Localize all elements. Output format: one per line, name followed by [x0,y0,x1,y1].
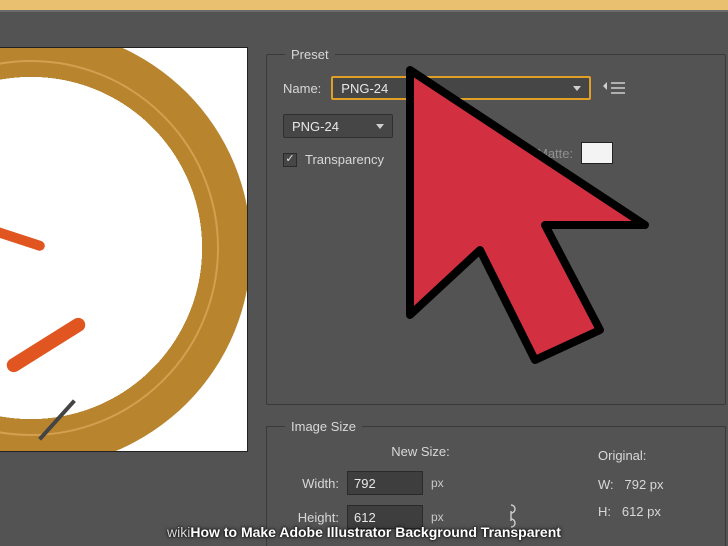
original-width-label: W: [598,477,614,492]
watermark-rest: to Make Adobe Illustrator Background Tra… [220,524,561,540]
artwork-preview [0,47,248,452]
original-height-label: H: [598,504,611,519]
preset-name-label: Name: [283,81,321,96]
original-height-row: H: 612 px [598,504,709,519]
preset-options-button[interactable] [601,77,627,99]
image-size-legend: Image Size [285,419,362,434]
original-width-row: W: 792 px [598,477,709,492]
transparency-checkbox[interactable]: ✓ [283,153,297,167]
original-label: Original: [598,448,709,463]
preset-group: Preset Name: PNG-24 [266,47,726,405]
watermark-wiki: wiki [167,524,190,540]
matte-row: Matte: [537,142,613,164]
format-dropdown[interactable]: PNG-24 [283,114,393,138]
height-unit: px [431,510,444,524]
new-size-label: New Size: [283,444,558,459]
format-row: PNG-24 [283,114,709,138]
width-row: Width: px [283,471,558,495]
watermark: wikiHow to Make Adobe Illustrator Backgr… [0,524,728,540]
dialog-window: Preset Name: PNG-24 [0,10,728,546]
width-unit: px [431,476,444,490]
chevron-down-icon [573,86,581,91]
original-height-value: 612 px [622,504,661,519]
format-value: PNG-24 [292,119,339,134]
preset-options-icon [603,80,625,96]
settings-panel: Preset Name: PNG-24 [266,47,726,546]
transparency-row: ✓ Transparency [283,152,709,167]
chevron-down-icon [376,124,384,129]
original-width-value: 792 px [625,477,664,492]
watermark-how: How [190,524,220,540]
width-label: Width: [283,476,339,491]
width-input[interactable] [347,471,423,495]
preset-name-dropdown[interactable]: PNG-24 [331,76,591,100]
transparency-label: Transparency [305,152,384,167]
preset-name-value: PNG-24 [341,81,388,96]
matte-label: Matte: [537,146,573,161]
preset-name-row: Name: PNG-24 [283,76,709,100]
height-label: Height: [283,510,339,525]
matte-swatch[interactable] [581,142,613,164]
preset-legend: Preset [285,47,335,62]
